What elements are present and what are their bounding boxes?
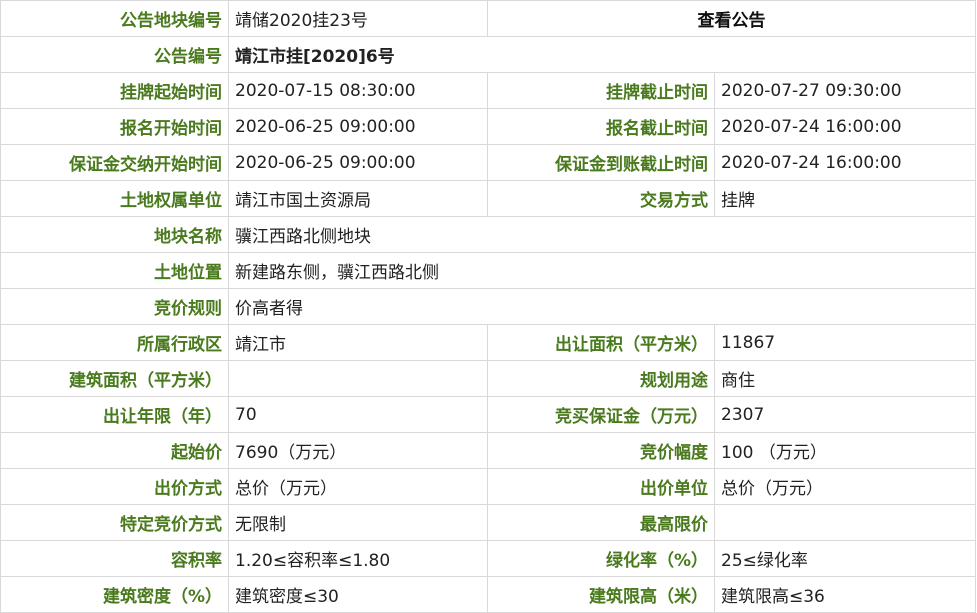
label-bid-unit: 出价单位 <box>487 468 715 505</box>
table-row: 建筑面积（平方米） 规划用途 商住 <box>0 360 976 397</box>
value-registration-end: 2020-07-24 16:00:00 <box>714 108 976 145</box>
label-parcel-code: 公告地块编号 <box>0 0 229 37</box>
value-bid-deposit: 2307 <box>714 396 976 433</box>
label-parcel-name: 地块名称 <box>0 216 229 253</box>
table-row: 容积率 1.20≤容积率≤1.80 绿化率（%） 25≤绿化率 <box>0 540 976 577</box>
value-announcement-no: 靖江市挂[2020]6号 <box>228 36 976 73</box>
label-height-limit: 建筑限高（米） <box>487 576 715 613</box>
label-transfer-term: 出让年限（年） <box>0 396 229 433</box>
value-listing-end: 2020-07-27 09:30:00 <box>714 72 976 109</box>
label-registration-end: 报名截止时间 <box>487 108 715 145</box>
table-row: 地块名称 骥江西路北侧地块 <box>0 216 976 253</box>
value-bid-unit: 总价（万元） <box>714 468 976 505</box>
value-special-bidding: 无限制 <box>228 504 488 541</box>
value-max-price <box>714 504 976 541</box>
value-plot-ratio: 1.20≤容积率≤1.80 <box>228 540 488 577</box>
value-transfer-term: 70 <box>228 396 488 433</box>
value-listing-start: 2020-07-15 08:30:00 <box>228 72 488 109</box>
label-green-rate: 绿化率（%） <box>487 540 715 577</box>
value-trade-method: 挂牌 <box>714 180 976 217</box>
land-info-table: 公告地块编号 靖储2020挂23号 查看公告 公告编号 靖江市挂[2020]6号… <box>0 0 976 613</box>
label-bid-deposit: 竞买保证金（万元） <box>487 396 715 433</box>
label-district: 所属行政区 <box>0 324 229 361</box>
value-land-location: 新建路东侧，骥江西路北侧 <box>228 252 976 289</box>
value-deposit-start: 2020-06-25 09:00:00 <box>228 144 488 181</box>
label-land-location: 土地位置 <box>0 252 229 289</box>
value-height-limit: 建筑限高≤36 <box>714 576 976 613</box>
value-transfer-area: 11867 <box>714 324 976 361</box>
value-bidding-rule: 价高者得 <box>228 288 976 325</box>
label-transfer-area: 出让面积（平方米） <box>487 324 715 361</box>
value-land-owner: 靖江市国土资源局 <box>228 180 488 217</box>
table-row: 所属行政区 靖江市 出让面积（平方米） 11867 <box>0 324 976 361</box>
label-land-owner: 土地权属单位 <box>0 180 229 217</box>
value-parcel-code: 靖储2020挂23号 <box>228 0 488 37</box>
table-row: 公告地块编号 靖储2020挂23号 查看公告 <box>0 0 976 37</box>
value-building-density: 建筑密度≤30 <box>228 576 488 613</box>
label-special-bidding: 特定竞价方式 <box>0 504 229 541</box>
label-bid-increment: 竞价幅度 <box>487 432 715 469</box>
table-row: 出让年限（年） 70 竞买保证金（万元） 2307 <box>0 396 976 433</box>
value-starting-price: 7690（万元） <box>228 432 488 469</box>
table-row: 土地权属单位 靖江市国土资源局 交易方式 挂牌 <box>0 180 976 217</box>
table-row: 建筑密度（%） 建筑密度≤30 建筑限高（米） 建筑限高≤36 <box>0 576 976 613</box>
table-row: 公告编号 靖江市挂[2020]6号 <box>0 36 976 73</box>
table-row: 土地位置 新建路东侧，骥江西路北侧 <box>0 252 976 289</box>
table-row: 竞价规则 价高者得 <box>0 288 976 325</box>
value-registration-start: 2020-06-25 09:00:00 <box>228 108 488 145</box>
label-trade-method: 交易方式 <box>487 180 715 217</box>
label-building-density: 建筑密度（%） <box>0 576 229 613</box>
value-bid-method: 总价（万元） <box>228 468 488 505</box>
value-bid-increment: 100 （万元） <box>714 432 976 469</box>
table-row: 出价方式 总价（万元） 出价单位 总价（万元） <box>0 468 976 505</box>
value-building-area <box>228 360 488 397</box>
value-planned-use: 商住 <box>714 360 976 397</box>
table-row: 起始价 7690（万元） 竞价幅度 100 （万元） <box>0 432 976 469</box>
value-green-rate: 25≤绿化率 <box>714 540 976 577</box>
label-listing-end: 挂牌截止时间 <box>487 72 715 109</box>
table-row: 报名开始时间 2020-06-25 09:00:00 报名截止时间 2020-0… <box>0 108 976 145</box>
label-listing-start: 挂牌起始时间 <box>0 72 229 109</box>
view-announcement-link[interactable]: 查看公告 <box>487 0 976 37</box>
value-parcel-name: 骥江西路北侧地块 <box>228 216 976 253</box>
label-max-price: 最高限价 <box>487 504 715 541</box>
table-row: 特定竞价方式 无限制 最高限价 <box>0 504 976 541</box>
label-announcement-no: 公告编号 <box>0 36 229 73</box>
value-district: 靖江市 <box>228 324 488 361</box>
label-deposit-deadline: 保证金到账截止时间 <box>487 144 715 181</box>
table-row: 保证金交纳开始时间 2020-06-25 09:00:00 保证金到账截止时间 … <box>0 144 976 181</box>
table-row: 挂牌起始时间 2020-07-15 08:30:00 挂牌截止时间 2020-0… <box>0 72 976 109</box>
label-bidding-rule: 竞价规则 <box>0 288 229 325</box>
label-plot-ratio: 容积率 <box>0 540 229 577</box>
label-registration-start: 报名开始时间 <box>0 108 229 145</box>
label-deposit-start: 保证金交纳开始时间 <box>0 144 229 181</box>
label-starting-price: 起始价 <box>0 432 229 469</box>
value-deposit-deadline: 2020-07-24 16:00:00 <box>714 144 976 181</box>
label-building-area: 建筑面积（平方米） <box>0 360 229 397</box>
label-planned-use: 规划用途 <box>487 360 715 397</box>
label-bid-method: 出价方式 <box>0 468 229 505</box>
